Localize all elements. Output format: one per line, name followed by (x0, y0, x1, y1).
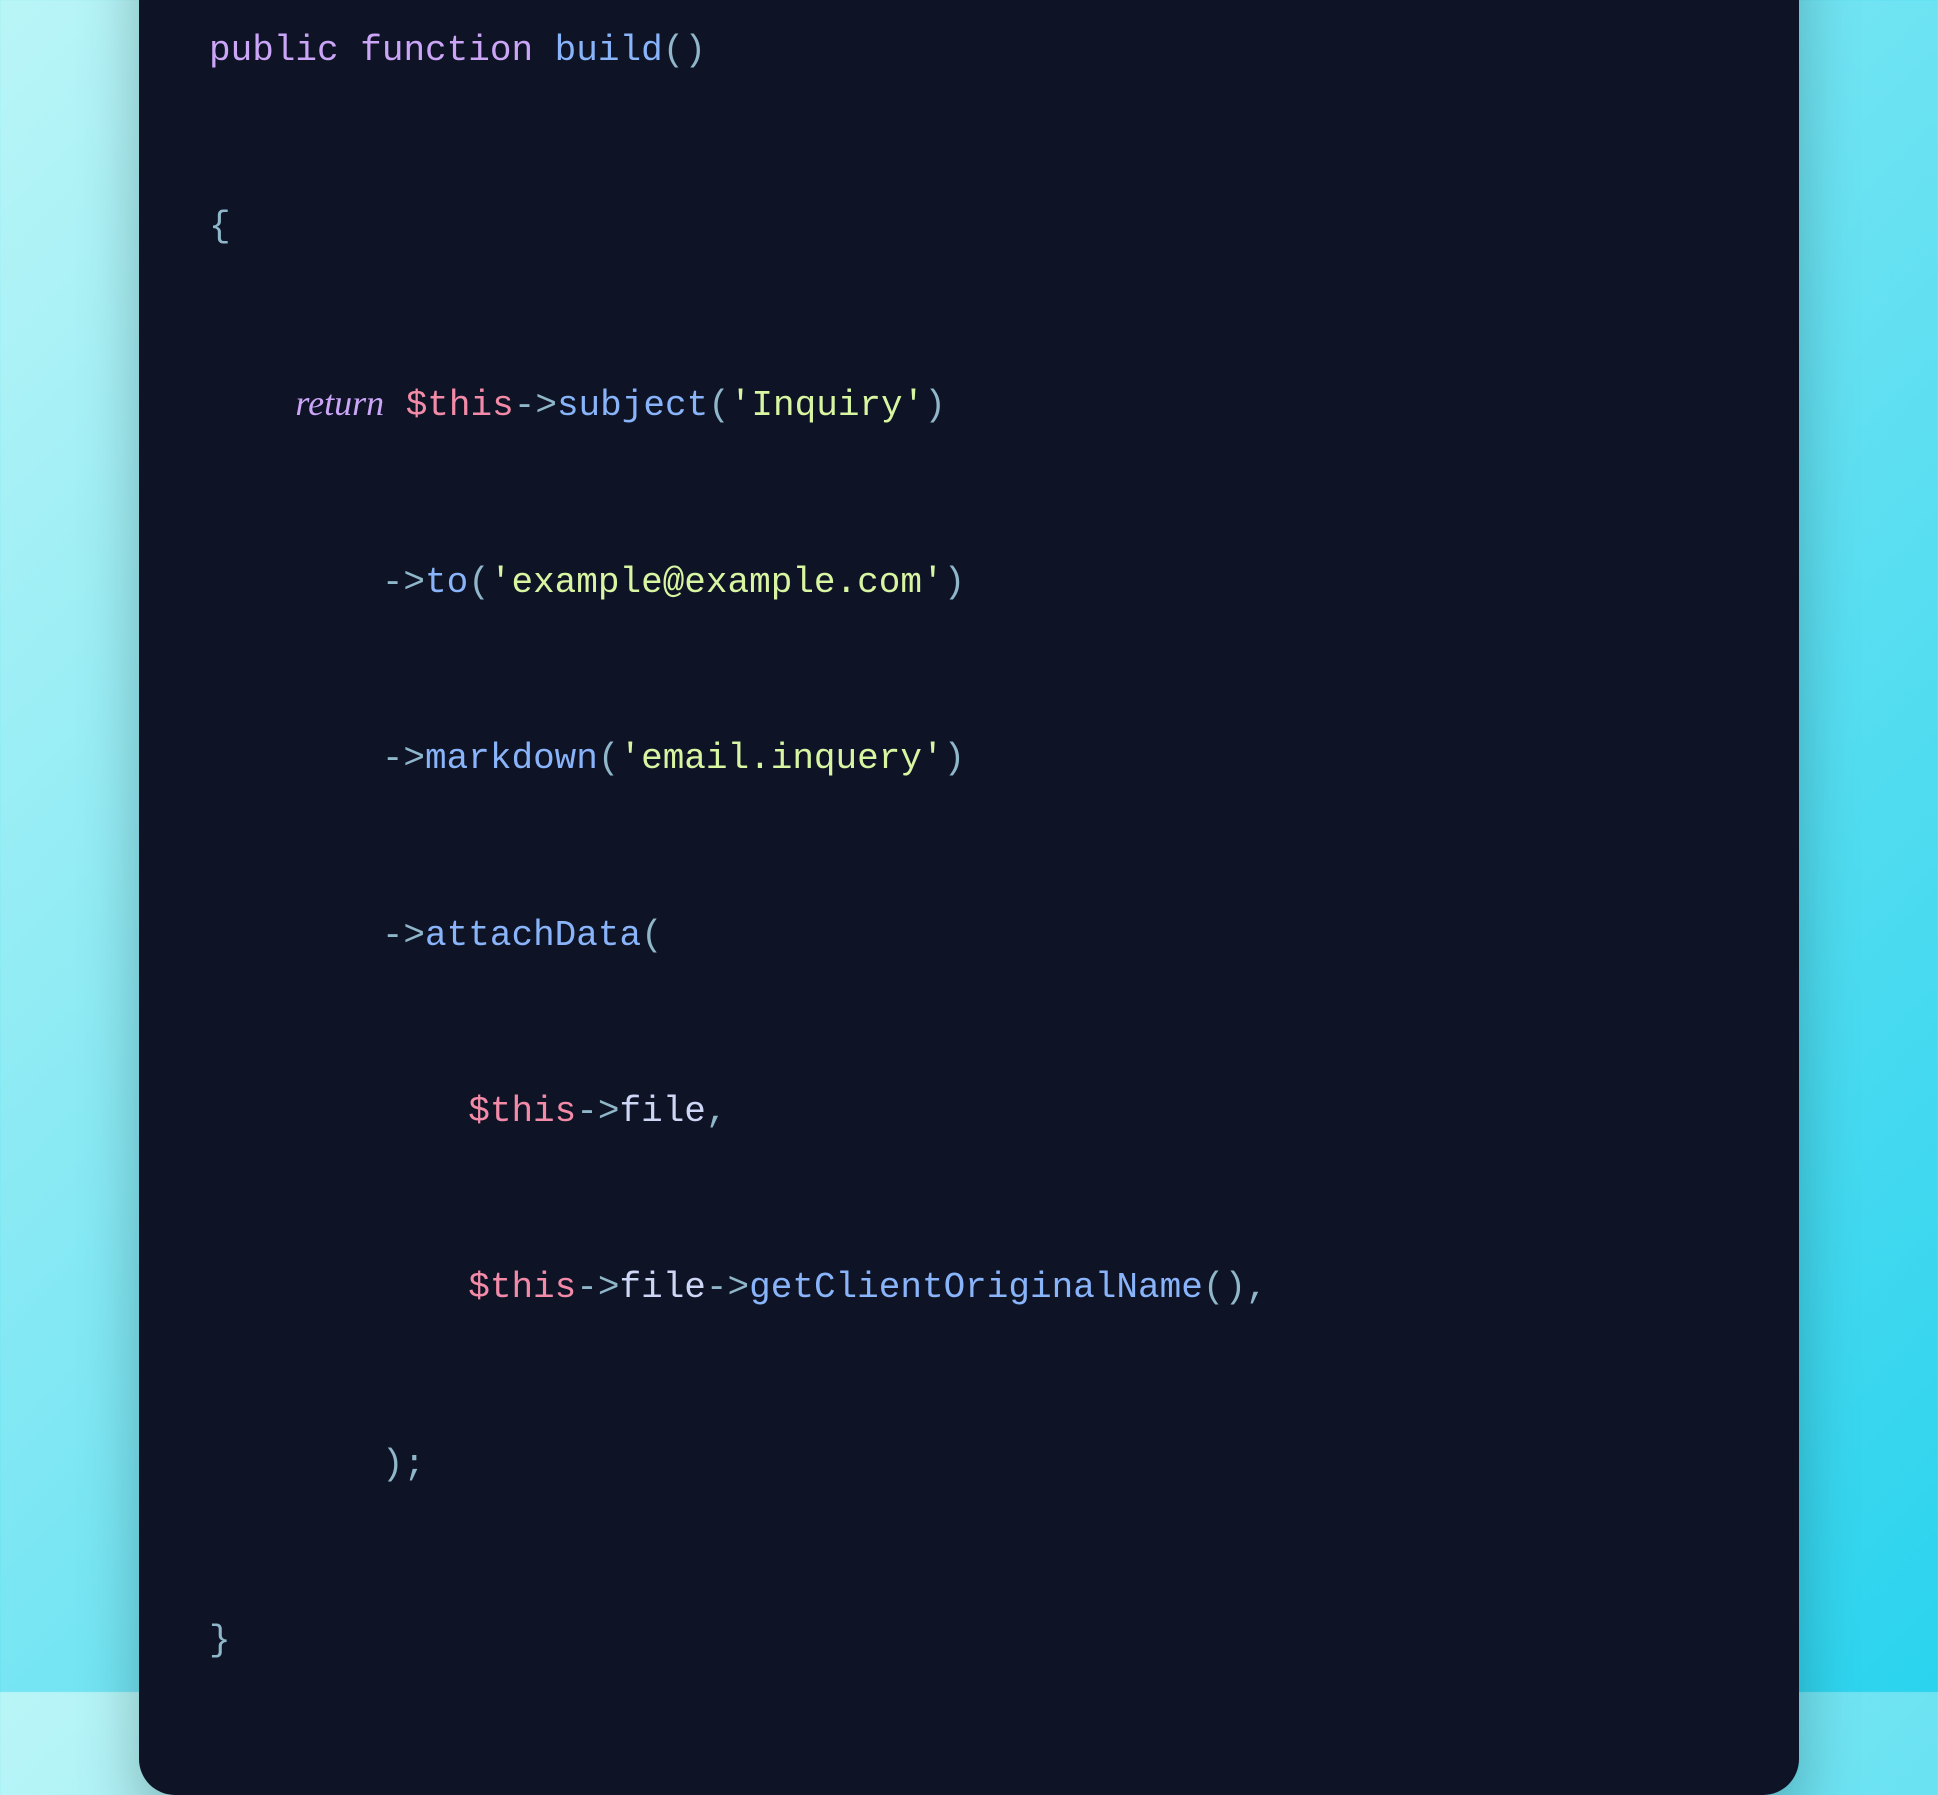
function-name-build: build (555, 30, 663, 71)
arrow: -> (382, 738, 425, 779)
method-markdown: markdown (425, 738, 598, 779)
keyword-return: return (295, 383, 384, 423)
variable-this: $this (468, 1091, 576, 1132)
code-block: public function build() { return $this->… (209, 7, 1729, 1686)
close-paren: ) (944, 562, 966, 603)
open-brace: { (209, 206, 231, 247)
comma: , (1246, 1267, 1268, 1308)
open-paren: ( (663, 30, 685, 71)
variable-this: $this (406, 385, 514, 426)
arrow: -> (382, 562, 425, 603)
arrow: -> (706, 1267, 749, 1308)
open-paren: ( (641, 915, 663, 956)
arrow: -> (514, 385, 557, 426)
string-inquiry: 'Inquiry' (730, 385, 924, 426)
method-get-client-original-name: getClientOriginalName (749, 1267, 1203, 1308)
close-paren: ) (944, 738, 966, 779)
close-paren: ) (382, 1444, 404, 1485)
keyword-function: function (360, 30, 533, 71)
property-file: file (620, 1091, 706, 1132)
arrow: -> (382, 915, 425, 956)
keyword-public: public (209, 30, 339, 71)
method-subject: subject (557, 385, 708, 426)
close-brace: } (209, 1620, 231, 1661)
arrow: -> (576, 1091, 619, 1132)
close-paren: ) (924, 385, 946, 426)
arrow: -> (576, 1267, 619, 1308)
close-paren: ) (1224, 1267, 1246, 1308)
code-card: public function build() { return $this->… (139, 0, 1799, 1795)
method-to: to (425, 562, 468, 603)
open-paren: ( (468, 562, 490, 603)
string-email: 'example@example.com' (490, 562, 944, 603)
open-paren: ( (708, 385, 730, 426)
close-paren: ) (684, 30, 706, 71)
method-attach-data: attachData (425, 915, 641, 956)
comma: , (706, 1091, 728, 1132)
variable-this: $this (468, 1267, 576, 1308)
open-paren: ( (598, 738, 620, 779)
open-paren: ( (1203, 1267, 1225, 1308)
property-file: file (620, 1267, 706, 1308)
string-view: 'email.inquery' (619, 738, 943, 779)
semicolon: ; (403, 1444, 425, 1485)
